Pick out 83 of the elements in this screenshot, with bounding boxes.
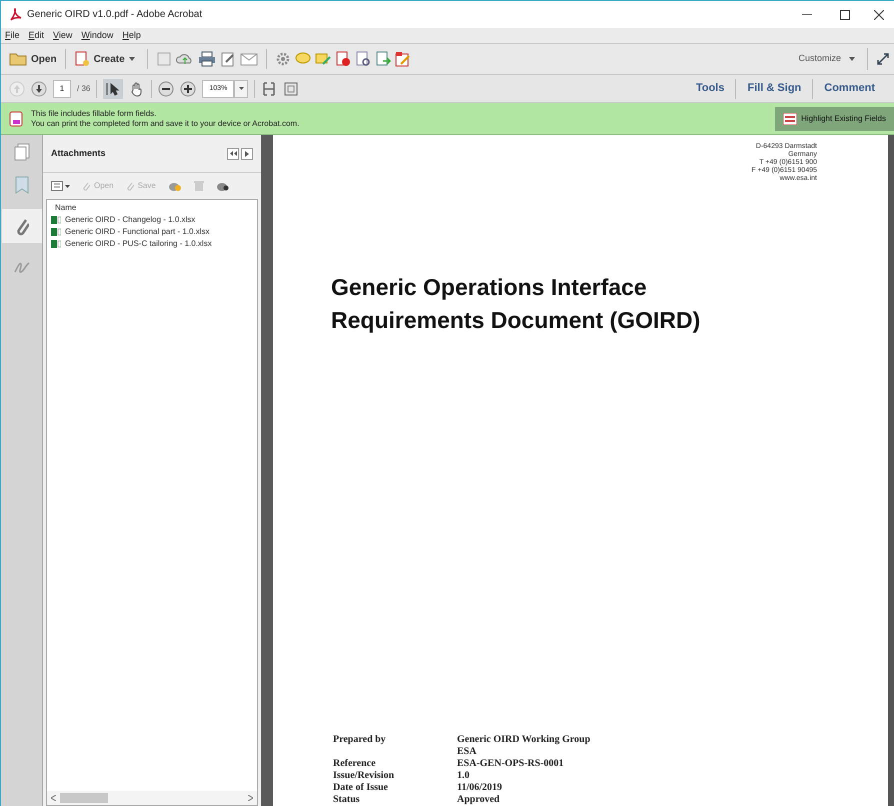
- scroll-left-icon[interactable]: [51, 795, 56, 801]
- zoom-in-icon[interactable]: [180, 80, 196, 96]
- caret-icon: [65, 184, 70, 188]
- fit-width-icon[interactable]: [261, 80, 278, 96]
- detail-label: Issue/Revision: [333, 770, 396, 782]
- folder-icon: [9, 52, 27, 66]
- close-icon: [874, 10, 884, 20]
- pages-icon[interactable]: [14, 143, 30, 161]
- detail-label: Prepared by: [333, 734, 387, 746]
- page-number-field[interactable]: 1: [53, 80, 71, 98]
- right-triangle-icon: [245, 150, 249, 156]
- detail-label: Reference: [333, 758, 377, 770]
- options-button[interactable]: [241, 148, 253, 160]
- attachments-tab[interactable]: [2, 209, 42, 243]
- detail-label: Date of Issue: [333, 782, 389, 794]
- highlight-fields-icon: [783, 112, 798, 124]
- double-left-icon: [230, 151, 236, 156]
- form-edit-icon[interactable]: [394, 51, 411, 67]
- printer-icon[interactable]: [198, 51, 216, 67]
- detail-value: ESA-GEN-OPS-RS-0001: [457, 758, 565, 770]
- maximize-icon: [840, 10, 850, 20]
- menu-item[interactable]: Edit: [28, 28, 44, 42]
- menu-item[interactable]: View: [53, 28, 72, 42]
- list-view-icon: [51, 181, 63, 191]
- notice-text: This file includes fillable form fields.: [31, 108, 158, 118]
- caret-icon: [849, 57, 855, 61]
- expand-icon[interactable]: [876, 52, 890, 66]
- pdf-file-icon[interactable]: [334, 51, 351, 67]
- customize-button[interactable]: Customize: [794, 52, 859, 66]
- document-title: Requirements Document (GOIRD): [331, 306, 702, 335]
- spreadsheet-file-icon: [51, 240, 61, 248]
- spreadsheet-file-icon: [51, 228, 61, 236]
- minimize-icon: [802, 14, 812, 16]
- menu-item[interactable]: Help: [122, 28, 141, 42]
- caret-icon: [128, 57, 135, 61]
- scrollbar-thumb[interactable]: [60, 793, 108, 803]
- attachment-file[interactable]: Generic OIRD - PUS-C tailoring - 1.0.xlsx: [65, 238, 212, 250]
- file-search-icon[interactable]: [354, 51, 371, 67]
- cloud-upload-icon[interactable]: [176, 51, 194, 67]
- menu-item[interactable]: Window: [81, 28, 114, 42]
- envelope-icon[interactable]: [240, 52, 258, 66]
- select-cursor-icon[interactable]: [103, 78, 124, 98]
- acrobat-logo-icon: [9, 8, 23, 22]
- caret-icon: [238, 87, 244, 90]
- add-attachment-icon[interactable]: [168, 180, 182, 192]
- detail-label: Status: [333, 794, 361, 806]
- collapse-panel-button[interactable]: [227, 148, 239, 160]
- zoom-out-icon[interactable]: [158, 80, 174, 96]
- zoom-dropdown-button[interactable]: [234, 80, 248, 98]
- detail-value: 1.0: [457, 770, 470, 782]
- notice-text: You can print the completed form and save it to your device or Acrobat.com.: [31, 118, 300, 128]
- file-export-icon[interactable]: [374, 51, 391, 67]
- edit-document-icon[interactable]: [220, 51, 236, 67]
- panel-title: Attachments: [51, 146, 106, 160]
- view-menu-button[interactable]: [51, 181, 70, 191]
- gear-icon[interactable]: [274, 51, 291, 67]
- spreadsheet-file-icon: [51, 216, 61, 224]
- attachment-file[interactable]: Generic OIRD - Functional part - 1.0.xlsx: [65, 226, 210, 238]
- next-page-icon[interactable]: [31, 80, 47, 96]
- detail-value: 11/06/2019: [457, 782, 504, 794]
- attachment-file[interactable]: Generic OIRD - Changelog - 1.0.xlsx: [65, 214, 196, 226]
- column-header[interactable]: Name: [47, 200, 257, 214]
- window-title: Generic OIRD v1.0.pdf - Adobe Acrobat: [27, 8, 202, 22]
- form-icon: [9, 110, 23, 126]
- search-attachments-icon[interactable]: [216, 180, 230, 192]
- highlight-fields-button[interactable]: Highlight Existing Fields: [775, 106, 894, 130]
- detail-value: Approved: [457, 794, 501, 806]
- menu-item[interactable]: File: [5, 28, 20, 42]
- pane-tab[interactable]: Fill & Sign: [736, 80, 812, 97]
- create-button[interactable]: Create: [70, 47, 139, 71]
- pane-tab[interactable]: Tools: [684, 80, 736, 97]
- document-icon: [74, 51, 90, 67]
- full-screen-icon[interactable]: [283, 80, 300, 96]
- paperclip-icon: [126, 181, 134, 191]
- detail-value: Generic OIRD Working Group: [457, 734, 592, 746]
- open-button[interactable]: Open: [5, 47, 61, 71]
- scroll-right-icon[interactable]: [248, 795, 253, 801]
- paperclip-icon: [82, 181, 90, 191]
- document-title: Generic Operations Interface: [331, 273, 648, 302]
- detail-value: ESA: [457, 746, 478, 758]
- page-count: / 36: [77, 82, 90, 94]
- pane-tab[interactable]: Comment: [813, 80, 886, 97]
- pen-note-icon[interactable]: [314, 51, 331, 67]
